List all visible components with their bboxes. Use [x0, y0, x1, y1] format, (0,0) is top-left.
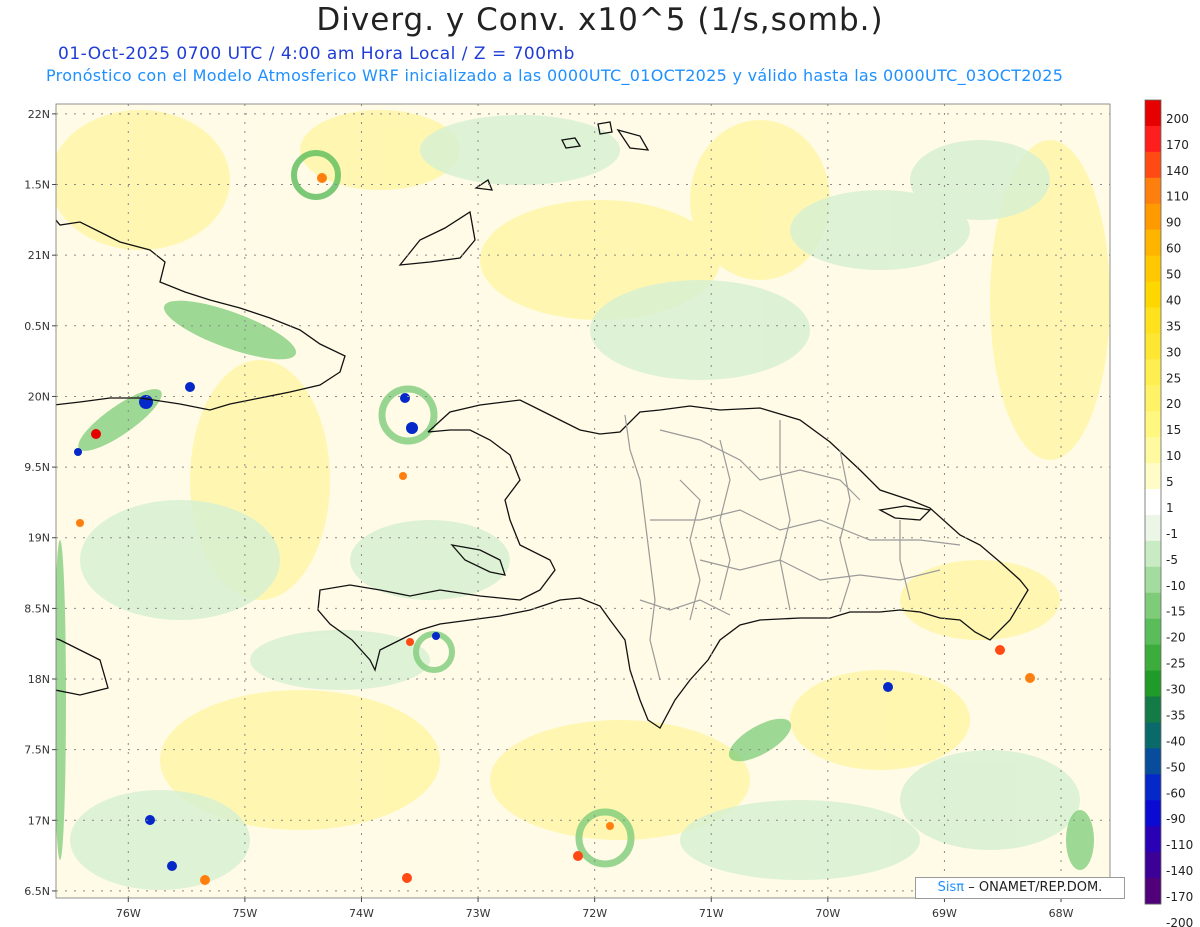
- colorbar-swatch: [1145, 255, 1161, 282]
- colorbar-swatch: [1145, 566, 1161, 594]
- colorbar-label: 1: [1166, 501, 1174, 515]
- lat-label: 17N: [28, 814, 50, 827]
- colorbar-label: -40: [1166, 734, 1186, 748]
- colorbar-label: -1: [1166, 527, 1178, 541]
- lon-label: 69W: [932, 907, 957, 920]
- colorbar-swatch: [1145, 100, 1161, 127]
- colorbar-swatch: [1145, 800, 1161, 827]
- lat-label: 0.5N: [24, 320, 50, 333]
- colorbar-label: -110: [1166, 838, 1193, 852]
- colorbar-label: -15: [1166, 605, 1186, 619]
- colorbar-label: 140: [1166, 164, 1189, 178]
- colorbar-swatch: [1145, 696, 1161, 723]
- colorbar-swatch: [1145, 437, 1161, 464]
- lat-label: 9.5N: [24, 461, 50, 474]
- lon-label: 73W: [466, 907, 491, 920]
- colorbar-swatch: [1145, 722, 1161, 749]
- colorbar-label: -5: [1166, 553, 1178, 567]
- colorbar-label: -90: [1166, 812, 1186, 826]
- colorbar-label: 30: [1166, 345, 1181, 359]
- colorbar-swatch: [1145, 774, 1161, 801]
- lon-label: 74W: [349, 907, 374, 920]
- colorbar-swatch: [1145, 540, 1161, 568]
- colorbar-swatch: [1145, 281, 1161, 308]
- colorbar-swatch: [1145, 748, 1161, 775]
- lon-label: 75W: [232, 907, 257, 920]
- lon-label: 71W: [699, 907, 724, 920]
- colorbar-swatch: [1145, 592, 1161, 620]
- latitude-labels: 22N 1.5N 21N 0.5N 20N 9.5N 19N 8.5N 18N 7.5N 17N 6.…: [24, 108, 56, 898]
- colorbar-swatch: [1145, 151, 1161, 179]
- lat-label: 6.5N: [24, 885, 50, 898]
- lat-label: 18N: [28, 673, 50, 686]
- colorbar-swatch: [1145, 125, 1161, 153]
- colorbar-label: 50: [1166, 268, 1181, 282]
- colorbar-swatch: [1145, 514, 1161, 542]
- colorbar-swatch: [1145, 307, 1161, 334]
- colorbar-label: 110: [1166, 190, 1189, 204]
- lat-label: 7.5N: [24, 744, 50, 757]
- lat-label: 20N: [28, 390, 50, 403]
- colorbar-label: 170: [1166, 138, 1189, 152]
- colorbar-label: 5: [1166, 475, 1174, 489]
- colorbar-swatch: [1145, 359, 1161, 386]
- colorbar-label: 15: [1166, 423, 1181, 437]
- colorbar-label: -20: [1166, 631, 1186, 645]
- colorbar-label: 40: [1166, 293, 1181, 307]
- lat-label: 21N: [28, 249, 50, 262]
- lat-label: 19N: [28, 532, 50, 545]
- lat-label: 1.5N: [24, 179, 50, 192]
- colorbar-label: 25: [1166, 371, 1181, 385]
- colorbar-swatch: [1145, 489, 1161, 516]
- colorbar-label: -50: [1166, 760, 1186, 774]
- lon-label: 70W: [815, 907, 840, 920]
- colorbar-swatch: [1145, 670, 1161, 697]
- credit-text: – ONAMET/REP.DOM.: [968, 880, 1103, 895]
- colorbar: 200 170 140 110 90 60 50 40 35 30 25 20 15 10 5 1 -1 -5 -1…: [1144, 99, 1193, 927]
- colorbar-swatch: [1145, 203, 1161, 231]
- lon-label: 72W: [582, 907, 607, 920]
- colorbar-swatch: [1145, 385, 1161, 412]
- colorbar-label: 35: [1166, 319, 1181, 333]
- lon-label: 68W: [1049, 907, 1074, 920]
- colorbar-swatch: [1145, 229, 1161, 257]
- colorbar-label: -35: [1166, 708, 1186, 722]
- lat-label: 8.5N: [24, 602, 50, 615]
- colorbar-swatch: [1145, 333, 1161, 360]
- model-run-line: Pronóstico con el Modelo Atmosferico WRF…: [46, 66, 1064, 85]
- colorbar-swatch: [1145, 644, 1161, 671]
- lat-label: 22N: [28, 108, 50, 121]
- colorbar-label: -200: [1166, 916, 1193, 927]
- lon-label: 76W: [116, 907, 141, 920]
- colorbar-label: 200: [1166, 112, 1189, 126]
- colorbar-label: 10: [1166, 449, 1181, 463]
- map-title: Diverg. y Conv. x10^5 (1/s,somb.): [316, 2, 884, 38]
- colorbar-label: 60: [1166, 242, 1181, 256]
- colorbar-swatch: [1145, 826, 1161, 853]
- colorbar-swatch: [1145, 463, 1161, 490]
- longitude-labels: 76W 75W 74W 73W 72W 71W 70W 69W 68W: [116, 898, 1074, 920]
- colorbar-label: 90: [1166, 216, 1181, 230]
- colorbar-label: -60: [1166, 786, 1186, 800]
- colorbar-label: -170: [1166, 890, 1193, 904]
- colorbar-label: -10: [1166, 579, 1186, 593]
- colorbar-swatch: [1145, 878, 1161, 905]
- colorbar-label: -25: [1166, 657, 1186, 671]
- colorbar-label: -140: [1166, 864, 1193, 878]
- forecast-map: 22N 1.5N 21N 0.5N 20N 9.5N 19N 8.5N 18N 7.5N 17N 6.…: [24, 99, 1193, 927]
- colorbar-swatch: [1145, 618, 1161, 646]
- colorbar-swatch: [1145, 177, 1161, 205]
- colorbar-swatch: [1145, 852, 1161, 879]
- colorbar-label: -30: [1166, 683, 1186, 697]
- colorbar-swatch: [1145, 411, 1161, 438]
- colorbar-label: 20: [1166, 397, 1181, 411]
- valid-time-line: 01-Oct-2025 0700 UTC / 4:00 am Hora Loca…: [58, 44, 575, 64]
- credit-box: Sisπ – ONAMET/REP.DOM.: [915, 877, 1125, 899]
- sispi-logo-text: Sisπ: [937, 880, 965, 895]
